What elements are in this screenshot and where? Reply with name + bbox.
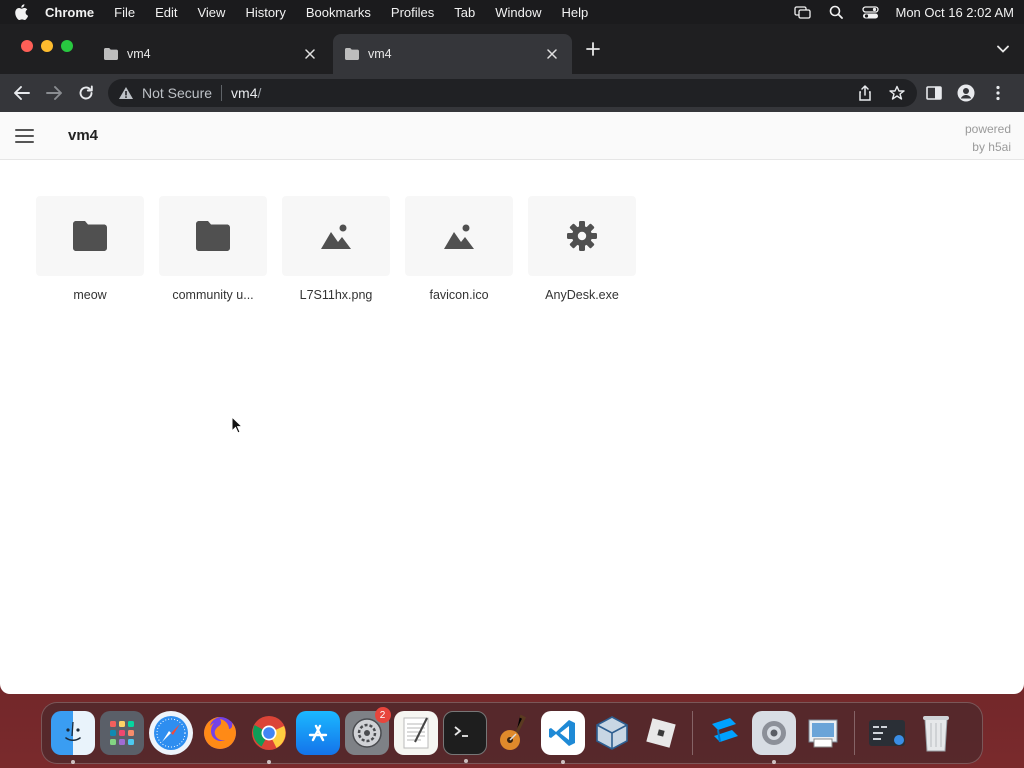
file-item-meow[interactable]: meow — [35, 196, 145, 302]
spotlight-search-icon[interactable] — [827, 5, 845, 19]
dock-vscode-icon[interactable] — [540, 711, 585, 764]
dock-garageband-icon[interactable] — [492, 711, 536, 755]
dock-trash-icon[interactable] — [914, 711, 958, 755]
menu-file[interactable]: File — [114, 5, 135, 20]
dock-downloads-folder-icon[interactable] — [865, 711, 909, 755]
more-menu-kebab-icon[interactable] — [984, 79, 1012, 107]
powered-line-2: by h5ai — [972, 140, 1011, 154]
powered-by-h5ai-link[interactable]: powered by h5ai — [965, 120, 1011, 156]
not-secure-warning-icon[interactable] — [118, 85, 134, 101]
file-name[interactable]: community u... — [158, 288, 268, 302]
folder-icon — [196, 221, 230, 251]
dock-launchpad-icon[interactable] — [99, 711, 144, 755]
tab-title: vm4 — [127, 47, 151, 61]
menu-window[interactable]: Window — [495, 5, 541, 20]
macos-menu-bar: Chrome File Edit View History Bookmarks … — [0, 0, 1024, 24]
close-tab-icon[interactable] — [302, 46, 318, 62]
dock-chrome-icon[interactable] — [247, 711, 291, 764]
back-arrow-icon[interactable] — [8, 79, 36, 107]
dock-divider — [692, 711, 693, 755]
dock-firefox-icon[interactable] — [198, 711, 242, 755]
macos-dock: 2 — [41, 702, 983, 764]
omnibox-divider — [221, 85, 223, 101]
dock-virtualbox-icon[interactable] — [590, 711, 634, 755]
dock-textedit-icon[interactable] — [393, 711, 438, 755]
dock-system-preferences-icon[interactable]: 2 — [344, 707, 391, 755]
profile-avatar-icon[interactable] — [952, 79, 980, 107]
file-name[interactable]: L7S11hx.png — [281, 288, 391, 302]
dock-safari-icon[interactable] — [148, 711, 193, 755]
close-tab-icon[interactable] — [544, 46, 560, 62]
menu-profiles[interactable]: Profiles — [391, 5, 434, 20]
file-thumbnail[interactable] — [282, 196, 390, 276]
apple-menu-icon[interactable] — [14, 4, 28, 20]
file-thumbnail[interactable] — [159, 196, 267, 276]
forward-arrow-icon[interactable] — [40, 79, 68, 107]
file-thumbnail[interactable] — [36, 196, 144, 276]
minimize-window-button[interactable] — [41, 40, 53, 52]
menu-help[interactable]: Help — [562, 5, 589, 20]
window-controls — [21, 40, 81, 52]
hamburger-menu-icon[interactable] — [15, 129, 34, 143]
dock-finder-icon[interactable] — [50, 711, 95, 764]
menu-edit[interactable]: Edit — [155, 5, 177, 20]
tab-search-chevron-icon[interactable] — [996, 42, 1010, 56]
chrome-window: vm4 vm4 Not Secure vm4 / vm4 powered by … — [0, 24, 1024, 694]
file-item-anydesk-exe[interactable]: AnyDesk.exe — [527, 196, 637, 302]
page-title[interactable]: vm4 — [68, 127, 98, 144]
url-host[interactable]: vm4 — [231, 85, 257, 101]
fullscreen-window-button[interactable] — [61, 40, 73, 52]
mouse-cursor-icon — [231, 416, 243, 434]
file-item-l7s11hx-png[interactable]: L7S11hx.png — [281, 196, 391, 302]
folder-favicon-icon — [345, 48, 359, 60]
security-label[interactable]: Not Secure — [142, 85, 212, 101]
side-panel-icon[interactable] — [920, 79, 948, 107]
dock-terminal-icon[interactable] — [442, 711, 487, 763]
folder-icon — [73, 221, 107, 251]
powered-line-1: powered — [964, 122, 1011, 136]
screen-mirroring-icon[interactable] — [793, 5, 811, 19]
file-thumbnail[interactable] — [405, 196, 513, 276]
dock-roblox-studio-icon[interactable] — [703, 711, 747, 755]
gear-icon — [567, 221, 597, 251]
tab-vm4-first[interactable]: vm4 — [92, 34, 330, 74]
dock-roblox-icon[interactable] — [639, 711, 683, 755]
menu-tab[interactable]: Tab — [454, 5, 475, 20]
dock-preview-icon[interactable] — [801, 711, 845, 755]
file-thumbnail[interactable] — [528, 196, 636, 276]
tab-strip: vm4 vm4 — [0, 24, 1024, 74]
url-path[interactable]: / — [258, 85, 262, 101]
menu-bookmarks[interactable]: Bookmarks — [306, 5, 371, 20]
control-center-icon[interactable] — [861, 5, 879, 19]
tab-title: vm4 — [368, 47, 392, 61]
tab-vm4-active[interactable]: vm4 — [333, 34, 572, 74]
bookmark-star-icon[interactable] — [887, 83, 907, 103]
file-item-community[interactable]: community u... — [158, 196, 268, 302]
notification-badge: 2 — [374, 707, 391, 723]
browser-toolbar: Not Secure vm4/ — [0, 74, 1024, 112]
address-bar[interactable]: Not Secure vm4/ — [108, 79, 917, 107]
menu-bar-clock[interactable]: Mon Oct 16 2:02 AM — [895, 5, 1014, 20]
dock-app-store-icon[interactable] — [295, 711, 340, 755]
share-icon[interactable] — [855, 83, 875, 103]
file-name[interactable]: meow — [35, 288, 145, 302]
image-icon — [444, 224, 474, 249]
file-item-favicon-ico[interactable]: favicon.ico — [404, 196, 514, 302]
menu-app-name[interactable]: Chrome — [45, 5, 94, 20]
menu-view[interactable]: View — [197, 5, 225, 20]
file-name[interactable]: AnyDesk.exe — [527, 288, 637, 302]
dock-settings-utility-icon[interactable] — [751, 711, 796, 764]
h5ai-header: vm4 powered by h5ai — [0, 112, 1024, 160]
menu-history[interactable]: History — [245, 5, 285, 20]
reload-icon[interactable] — [72, 79, 100, 107]
dock-divider — [854, 711, 855, 755]
close-window-button[interactable] — [21, 40, 33, 52]
folder-favicon-icon — [104, 48, 118, 60]
new-tab-plus-icon[interactable] — [584, 40, 602, 58]
image-icon — [321, 224, 351, 249]
file-name[interactable]: favicon.ico — [404, 288, 514, 302]
